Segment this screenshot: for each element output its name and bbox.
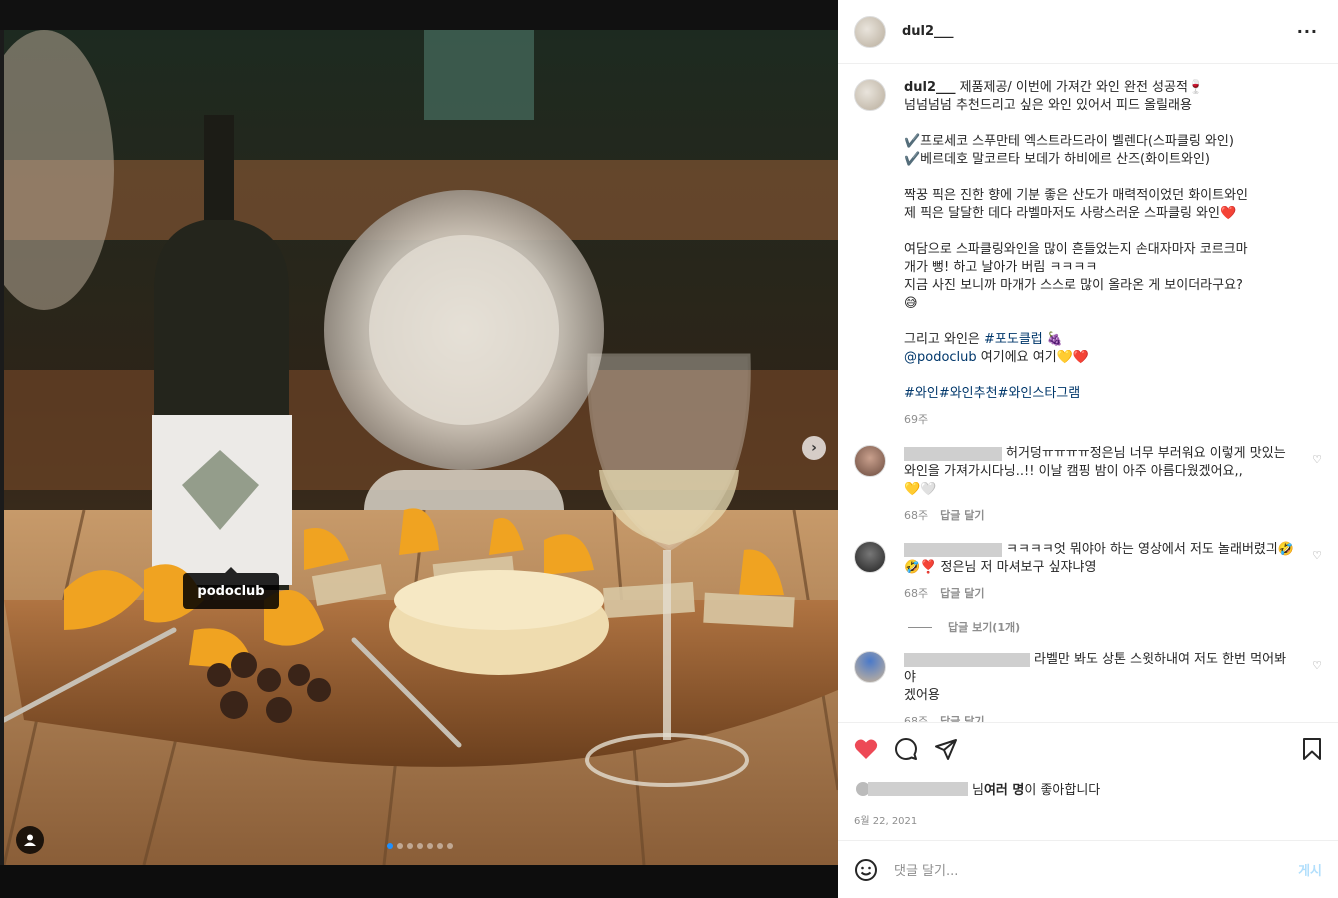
- reply-button[interactable]: 답글 달기: [940, 507, 984, 525]
- comment-text: 겠어용: [904, 688, 940, 703]
- hashtags-link[interactable]: #와인#와인추천#와인스타그램: [904, 385, 1314, 403]
- caption-line: 그리고 와인은: [904, 332, 985, 347]
- reply-button[interactable]: 답글 달기: [940, 585, 984, 603]
- caption-line: 제품제공/ 이번에 가져간 와인 완전 성공적🍷: [959, 80, 1205, 95]
- media-top-band: [0, 0, 838, 30]
- view-replies-button[interactable]: 답글 보기(1개): [838, 619, 1338, 635]
- redacted-username: [868, 781, 968, 796]
- caption-line: 😅: [904, 296, 918, 311]
- comment-item: 허거덩ㅠㅠㅠㅠ정은님 너무 부러워요 이렇게 맛있는 와인을 가져가시다닝..!…: [838, 445, 1338, 525]
- caption-line: 개가 뻥! 하고 날아가 버림 ㅋㅋㅋㅋ: [904, 260, 1098, 275]
- comments-scroll-area[interactable]: dul2___ 제품제공/ 이번에 가져간 와인 완전 성공적🍷 넘넘넘넘 추천드…: [838, 65, 1338, 722]
- caption-line: 여담으로 스파클링와인을 많이 흔들었는지 손대자마자 코르크마: [904, 242, 1248, 257]
- avatar[interactable]: [854, 651, 886, 683]
- reply-button[interactable]: 답글 달기: [940, 713, 984, 722]
- likes-summary[interactable]: 님 여러 명이 좋아합니다: [854, 779, 1322, 798]
- comment-item: 라벨만 봐도 상톤 스윗하내여 저도 한번 먹어봐야 겠어용 68주 답글 달기…: [838, 651, 1338, 722]
- wine-photo: [4, 30, 838, 865]
- post-media[interactable]: › podoclub: [0, 0, 838, 898]
- user-icon: [24, 834, 36, 846]
- divider: [908, 626, 932, 628]
- likes-text: 이 좋아합니다: [1024, 783, 1101, 798]
- carousel-indicator: [387, 843, 453, 849]
- heart-filled-icon[interactable]: [854, 738, 878, 760]
- post-comment-button[interactable]: 게시: [1298, 860, 1322, 879]
- share-icon[interactable]: [934, 737, 958, 761]
- caption-line: 여기에요 여기💛❤️: [976, 350, 1090, 365]
- emoji-icon[interactable]: [854, 858, 878, 882]
- avatar[interactable]: [854, 79, 886, 111]
- comment-time[interactable]: 68주: [904, 585, 928, 603]
- post-photo[interactable]: [4, 30, 838, 865]
- photo-user-tag-label: podoclub: [197, 583, 265, 599]
- post-actions: 님 여러 명이 좋아합니다 6월 22, 2021: [838, 722, 1338, 827]
- carousel-dot: [397, 843, 403, 849]
- comment-time[interactable]: 68주: [904, 507, 928, 525]
- post-side-panel: dul2___ ··· dul2___ 제품제공/ 이번에 가져간 와인 완전 성…: [838, 0, 1338, 898]
- redacted-username: [904, 446, 1002, 461]
- caption-line: 넘넘넘넘 추천드리고 싶은 와인 있어서 피드 올릴래용: [904, 98, 1192, 113]
- comment-like-icon[interactable]: ♡: [1312, 659, 1322, 672]
- redacted-username: [904, 542, 1002, 557]
- hashtag-link[interactable]: #포도클럽: [984, 332, 1043, 347]
- comment-like-icon[interactable]: ♡: [1312, 453, 1322, 466]
- view-replies-label: 답글 보기(1개): [948, 621, 1021, 634]
- comment-text: ㅋㅋㅋㅋ엇 뭐야아 하는 영상에서 저도 놀래버렸긔🤣: [1006, 542, 1295, 557]
- comment-text: 💛🤍: [904, 482, 937, 497]
- comment-like-icon[interactable]: ♡: [1312, 549, 1322, 562]
- comment-item: ㅋㅋㅋㅋ엇 뭐야아 하는 영상에서 저도 놀래버렸긔🤣 🤣❣️ 정은님 저 마셔…: [838, 541, 1338, 603]
- carousel-dot: [387, 843, 393, 849]
- likes-text: 님: [972, 783, 984, 798]
- bookmark-icon[interactable]: [1302, 737, 1322, 761]
- likes-count-link[interactable]: 여러 명: [984, 779, 1024, 798]
- avatar[interactable]: [854, 15, 886, 48]
- media-bottom-band: [0, 865, 838, 898]
- carousel-next-button[interactable]: ›: [802, 436, 826, 460]
- comment-input[interactable]: 댓글 달기...: [894, 860, 1298, 879]
- carousel-dot: [417, 843, 423, 849]
- caption-line: ✔️베르데호 말코르타 보데가 하비에르 산즈(화이트와인): [904, 152, 1210, 167]
- comment-text: 와인을 가져가시다닝..!! 이날 캠핑 밤이 아주 아름다웠겠어요,,: [904, 464, 1243, 479]
- comment-text: 허거덩ㅠㅠㅠㅠ정은님 너무 부러워요 이렇게 맛있는: [1006, 446, 1286, 461]
- carousel-dot: [407, 843, 413, 849]
- avatar[interactable]: [854, 541, 886, 573]
- caption-time[interactable]: 69주: [904, 411, 1314, 429]
- more-options-icon[interactable]: ···: [1297, 22, 1318, 41]
- carousel-dot: [447, 843, 453, 849]
- redacted-username: [904, 652, 1030, 667]
- caption-line: 지금 사진 보니까 마개가 스스로 많이 올라온 게 보이더라구요?: [904, 278, 1243, 293]
- post-caption: dul2___ 제품제공/ 이번에 가져간 와인 완전 성공적🍷 넘넘넘넘 추천드…: [838, 65, 1338, 429]
- comment-text: 🤣❣️ 정은님 저 마셔보구 싶쟈냐영: [904, 560, 1097, 575]
- avatar[interactable]: [854, 445, 886, 477]
- caption-line: 짝꿍 픽은 진한 향에 기분 좋은 산도가 매력적이었던 화이트와인: [904, 188, 1249, 203]
- carousel-dot: [437, 843, 443, 849]
- caption-line: ✔️프로세코 스푸만테 엑스트라드라이 벨렌다(스파클링 와인): [904, 134, 1234, 149]
- tagged-users-button[interactable]: [16, 826, 44, 854]
- mention-link[interactable]: @podoclub: [904, 350, 977, 365]
- caption-username[interactable]: dul2___: [904, 80, 956, 95]
- caption-line: 제 픽은 달달한 데다 라벨마저도 사랑스러운 스파클링 와인❤️: [904, 206, 1237, 221]
- caption-line: 🍇: [1042, 332, 1064, 347]
- chevron-right-icon: ›: [811, 440, 817, 456]
- post-header: dul2___ ···: [838, 0, 1338, 64]
- post-date[interactable]: 6월 22, 2021: [854, 812, 1322, 827]
- photo-user-tag[interactable]: podoclub: [183, 567, 279, 609]
- comment-icon[interactable]: [894, 737, 918, 761]
- post-username[interactable]: dul2___: [902, 24, 954, 39]
- comment-time[interactable]: 68주: [904, 713, 928, 722]
- carousel-dot: [427, 843, 433, 849]
- add-comment-bar: 댓글 달기... 게시: [838, 840, 1338, 898]
